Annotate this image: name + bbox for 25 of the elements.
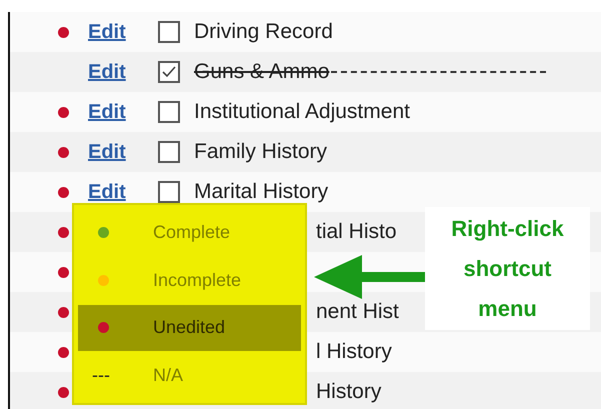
section-label: History [316,380,382,404]
edit-link[interactable]: Edit [88,140,158,164]
menu-item[interactable]: --- N/A [78,352,301,398]
menu-item[interactable]: Unedited [78,304,301,351]
menu-item[interactable]: Complete [78,210,301,256]
check-icon [162,66,176,78]
checkbox[interactable] [158,141,180,163]
section-label: nent Hist [316,300,399,324]
edit-link[interactable]: Edit [88,180,158,204]
section-label: Institutional Adjustment [194,100,410,124]
callout-text: Right-click shortcut menu [450,214,565,322]
checkbox[interactable] [158,21,180,43]
checkbox[interactable] [158,101,180,123]
edit-link[interactable]: Edit [88,20,158,44]
section-label: l History [316,340,392,364]
edit-link[interactable]: Edit [88,100,158,124]
section-label: tial Histo [316,220,397,244]
section-label: Driving Record [194,20,333,44]
edit-link[interactable]: Edit [88,60,158,84]
section-label: Guns & Ammo [194,60,330,84]
checkbox[interactable] [158,181,180,203]
section-label: Marital History [194,180,328,204]
checkbox[interactable] [158,61,180,83]
menu-item[interactable]: Incomplete [78,257,301,304]
section-label: Family History [194,140,328,164]
